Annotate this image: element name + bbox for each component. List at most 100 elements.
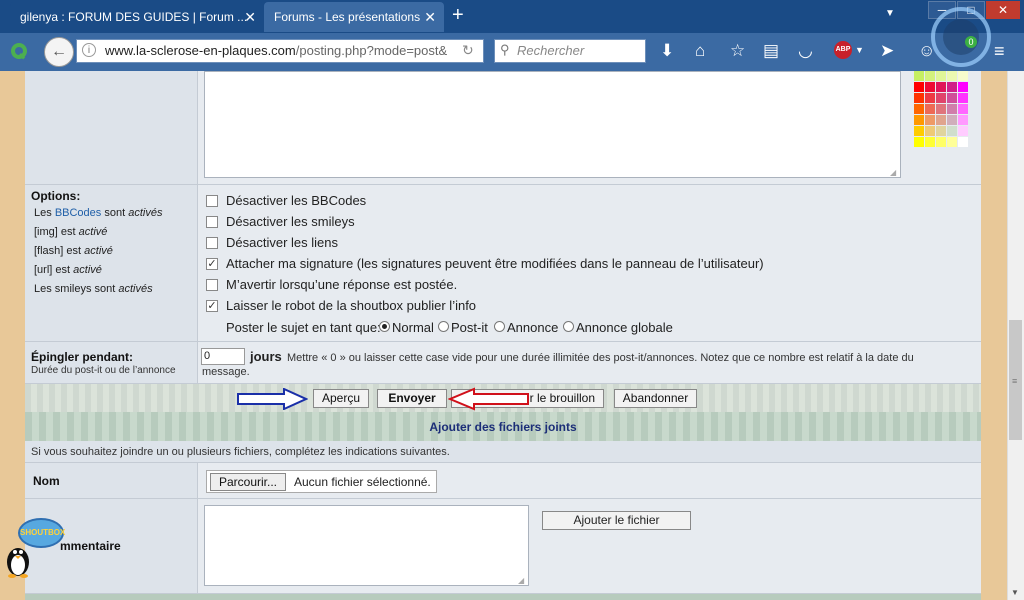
color-swatch[interactable]: [925, 93, 935, 103]
options-title: Options:: [31, 189, 81, 203]
img-state: activé: [78, 226, 108, 238]
color-swatch[interactable]: [947, 126, 957, 136]
pin-days-input[interactable]: 0: [201, 348, 245, 365]
name-row: [25, 463, 981, 499]
disable-smileys-label: Désactiver les smileys: [226, 214, 355, 229]
post-as-global-radio[interactable]: [563, 321, 574, 332]
scrollbar-grip-icon: ≡: [1012, 376, 1018, 386]
notification-badge: 0: [965, 36, 977, 48]
color-swatch[interactable]: [925, 137, 935, 147]
color-swatch[interactable]: [936, 71, 946, 81]
red-arrow-left-icon: [448, 387, 529, 411]
add-file-button[interactable]: Ajouter le fichier: [542, 511, 691, 530]
send-button[interactable]: Envoyer: [377, 389, 447, 408]
blue-arrow-right-icon: [237, 388, 308, 410]
color-swatch[interactable]: [914, 126, 924, 136]
bbcodes-state: activés: [128, 207, 163, 219]
color-swatch[interactable]: [947, 115, 957, 125]
tab-close-icon[interactable]: ✕: [244, 2, 256, 32]
post-as-normal-label: Normal: [392, 320, 434, 335]
search-icon: ⚲: [500, 42, 510, 57]
color-swatch[interactable]: [958, 82, 968, 92]
url-path: /posting.php?mode=post&: [295, 43, 448, 58]
send-icon[interactable]: ➤: [880, 41, 894, 61]
color-swatch[interactable]: [925, 82, 935, 92]
color-swatch[interactable]: [958, 126, 968, 136]
smileys-prefix: Les smileys sont: [34, 283, 116, 295]
flash-prefix: [flash] est: [34, 245, 82, 257]
preview-button[interactable]: Aperçu: [313, 389, 369, 408]
color-swatch[interactable]: [936, 137, 946, 147]
color-swatch[interactable]: [914, 115, 924, 125]
color-swatch[interactable]: [936, 115, 946, 125]
color-swatch[interactable]: [925, 104, 935, 114]
color-swatch[interactable]: [947, 93, 957, 103]
tab-close-icon[interactable]: ✕: [424, 2, 436, 32]
color-swatch[interactable]: [936, 104, 946, 114]
post-as-postit-radio[interactable]: [438, 321, 449, 332]
post-as-annonce-label: Annonce: [507, 320, 559, 335]
color-swatch[interactable]: [914, 137, 924, 147]
message-textarea[interactable]: [204, 71, 901, 178]
color-swatch[interactable]: [925, 115, 935, 125]
color-swatch[interactable]: [925, 126, 935, 136]
tab-title: Forums - Les présentations: [274, 10, 421, 24]
color-swatch[interactable]: [947, 104, 957, 114]
bbcodes-link[interactable]: BBCodes: [55, 207, 101, 219]
resize-handle-icon[interactable]: ◢: [890, 168, 896, 177]
cancel-button[interactable]: Abandonner: [614, 389, 697, 408]
color-swatch[interactable]: [914, 93, 924, 103]
color-swatch[interactable]: [936, 82, 946, 92]
color-swatch[interactable]: [914, 104, 924, 114]
adblock-chevron-down-icon[interactable]: ▼: [855, 45, 864, 55]
color-swatch[interactable]: [947, 82, 957, 92]
disable-links-label: Désactiver les liens: [226, 235, 338, 250]
site-info-icon[interactable]: i: [82, 43, 96, 57]
color-swatch[interactable]: [958, 115, 968, 125]
color-swatch[interactable]: [958, 137, 968, 147]
disable-smileys-checkbox[interactable]: [206, 216, 218, 228]
color-swatch[interactable]: [925, 71, 935, 81]
tab-forums-presentations[interactable]: Forums - Les présentations ✕: [264, 2, 444, 32]
disable-bbcodes-checkbox[interactable]: [206, 195, 218, 207]
adblock-icon[interactable]: ABP: [834, 41, 852, 59]
color-swatch[interactable]: [958, 104, 968, 114]
reading-list-icon[interactable]: ▤: [763, 41, 779, 61]
color-swatch[interactable]: [947, 137, 957, 147]
post-as-label: Poster le sujet en tant que:: [226, 320, 381, 335]
color-swatch[interactable]: [947, 71, 957, 81]
back-button[interactable]: ←: [44, 37, 74, 67]
browse-button[interactable]: Parcourir...: [210, 473, 286, 491]
pin-title: Épingler pendant:: [31, 350, 133, 364]
color-swatch[interactable]: [958, 93, 968, 103]
post-as-annonce-radio[interactable]: [494, 321, 505, 332]
flash-status: [flash] est activé: [34, 245, 113, 257]
shoutbox-robot-checkbox[interactable]: ✓: [206, 300, 218, 312]
pocket-icon[interactable]: ◡: [798, 41, 813, 61]
download-icon[interactable]: ⬇: [660, 41, 674, 61]
penguin-mascot-icon[interactable]: [4, 542, 32, 578]
scroll-down-arrow-icon[interactable]: ▼: [1011, 588, 1019, 597]
url-prefix: [url] est: [34, 264, 71, 276]
notify-reply-checkbox[interactable]: [206, 279, 218, 291]
search-input[interactable]: Rechercher: [494, 39, 646, 63]
reload-icon[interactable]: ↻: [462, 42, 474, 59]
color-swatch[interactable]: [914, 71, 924, 81]
comment-textarea[interactable]: [204, 505, 529, 586]
resize-handle-icon[interactable]: ◢: [518, 576, 524, 585]
post-as-normal-radio[interactable]: [379, 321, 390, 332]
tab-list-chevron-icon[interactable]: ▼: [885, 8, 895, 19]
disable-links-checkbox[interactable]: [206, 237, 218, 249]
color-swatch[interactable]: [936, 93, 946, 103]
menu-hamburger-icon[interactable]: ≡: [994, 41, 1005, 62]
tab-forum-des-guides[interactable]: gilenya : FORUM DES GUIDES | Forum ... ✕: [10, 2, 264, 32]
url-bar[interactable]: www.la-sclerose-en-plaques.com/posting.p…: [76, 39, 484, 63]
color-swatch[interactable]: [914, 82, 924, 92]
file-name-label: Nom: [33, 474, 60, 488]
new-tab-button[interactable]: +: [452, 4, 464, 27]
attach-signature-checkbox[interactable]: ✓: [206, 258, 218, 270]
bookmark-star-icon[interactable]: ☆: [730, 41, 745, 61]
color-swatch[interactable]: [936, 126, 946, 136]
color-swatch[interactable]: [958, 71, 968, 81]
home-icon[interactable]: ⌂: [695, 41, 705, 61]
